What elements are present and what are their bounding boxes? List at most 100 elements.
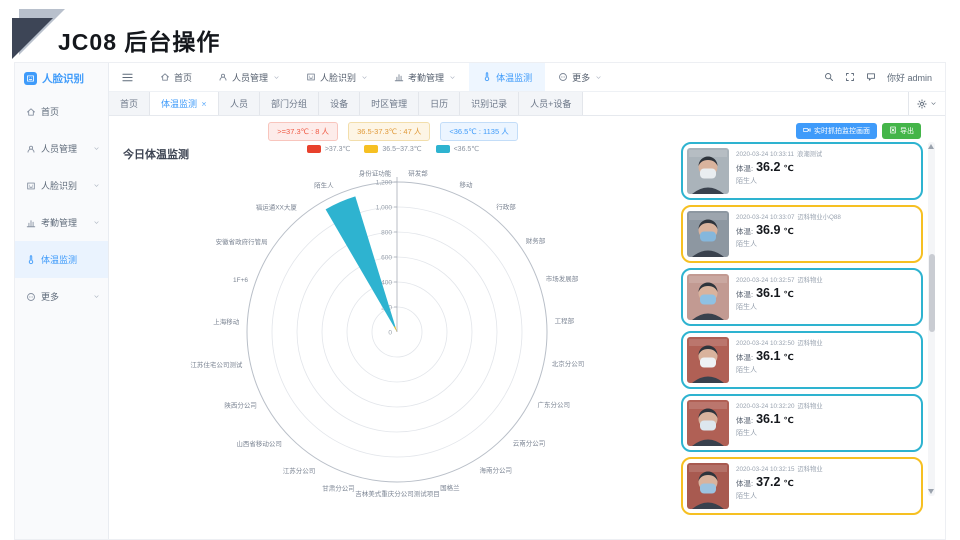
temp-unit: ℃ bbox=[783, 289, 793, 300]
record-device: 迈科物业 bbox=[797, 277, 822, 284]
tab-calendar[interactable]: 日历 bbox=[419, 92, 460, 115]
thermo-icon bbox=[26, 255, 36, 265]
legend-item[interactable]: >37.3℃ bbox=[307, 145, 351, 153]
content: 今日体温监测 >=37.3℃ : 8 人36.5-37.3℃ : 47 人<36… bbox=[109, 116, 945, 539]
svg-text:800: 800 bbox=[381, 229, 392, 236]
scroll-up-arrow[interactable] bbox=[928, 144, 934, 149]
close-icon[interactable] bbox=[201, 101, 207, 107]
user-greeting[interactable]: 你好 admin bbox=[887, 71, 932, 84]
live-monitor-button[interactable]: 实时抓拍监控画面 bbox=[796, 123, 877, 139]
tab-person-device[interactable]: 人员+设备 bbox=[519, 92, 583, 115]
scroll-down-arrow[interactable] bbox=[928, 489, 934, 494]
slide: JC08 后台操作 人脸识别 首页人员管理人脸识别考勤管理体温监测更多 首页人员… bbox=[0, 0, 960, 540]
nav-item-temperature[interactable]: 体温监测 bbox=[469, 63, 545, 91]
record-device: 浪潮测试 bbox=[797, 151, 822, 158]
sidebar-item-home-label: 首页 bbox=[41, 105, 59, 118]
tab-label: 设备 bbox=[330, 97, 348, 110]
gear-icon[interactable] bbox=[917, 99, 927, 109]
tab-timezone[interactable]: 时区管理 bbox=[360, 92, 419, 115]
sidebar-item-face[interactable]: 人脸识别 bbox=[15, 167, 108, 204]
scrollbar[interactable] bbox=[928, 142, 935, 496]
tab-tools[interactable] bbox=[908, 92, 945, 115]
tab-label: 首页 bbox=[120, 97, 138, 110]
record-time: 2020-03-24 10:32:50迈科物业 bbox=[736, 338, 915, 347]
legend-item[interactable]: <36.5℃ bbox=[436, 145, 480, 153]
brand-face-icon bbox=[24, 72, 37, 85]
logo-mark bbox=[6, 5, 60, 59]
record-person: 陌生人 bbox=[736, 365, 915, 375]
legend-item[interactable]: 36.5~37.3℃ bbox=[364, 145, 421, 153]
scrollbar-thumb[interactable] bbox=[929, 254, 935, 332]
sidebar-item-temperature[interactable]: 体温监测 bbox=[15, 241, 108, 278]
sidebar-item-more-label: 更多 bbox=[41, 290, 59, 303]
record-card[interactable]: 2020-03-24 10:32:50迈科物业体温:36.1℃ 陌生人 bbox=[681, 331, 923, 389]
nav-item-home[interactable]: 首页 bbox=[147, 63, 205, 91]
svg-text:上海移动: 上海移动 bbox=[213, 317, 240, 326]
logo-triangle-dark bbox=[12, 18, 53, 59]
temp-value: 36.1 bbox=[756, 412, 780, 426]
legend-label: 36.5~37.3℃ bbox=[382, 145, 421, 153]
excel-icon bbox=[889, 126, 897, 136]
record-info: 2020-03-24 10:33:11浪潮测试体温:36.2℃陌生人 bbox=[736, 146, 915, 196]
chart-icon bbox=[26, 218, 36, 228]
sidebar-item-personnel[interactable]: 人员管理 bbox=[15, 130, 108, 167]
export-button[interactable]: 导出 bbox=[882, 123, 921, 139]
record-card[interactable]: 2020-03-24 10:32:20迈科物业体温:36.1℃陌生人 bbox=[681, 394, 923, 452]
temp-label: 体温: bbox=[736, 226, 753, 237]
temp-value: 36.9 bbox=[756, 223, 780, 237]
record-time: 2020-03-24 10:32:15迈科物业 bbox=[736, 464, 915, 473]
tab-home[interactable]: 首页 bbox=[109, 92, 150, 115]
tab-dept-group[interactable]: 部门分组 bbox=[260, 92, 319, 115]
fullscreen-icon[interactable] bbox=[845, 72, 855, 82]
sidebar-item-more[interactable]: 更多 bbox=[15, 278, 108, 315]
tab-device[interactable]: 设备 bbox=[319, 92, 360, 115]
record-temperature: 体温:36.1℃ bbox=[736, 349, 915, 363]
user-icon bbox=[218, 72, 228, 82]
tab-list: 首页体温监测人员部门分组设备时区管理日历识别记录人员+设备 bbox=[109, 92, 583, 115]
search-icon[interactable] bbox=[824, 72, 834, 82]
record-list: 2020-03-24 10:33:11浪潮测试体温:36.2℃陌生人2020-0… bbox=[681, 142, 923, 515]
record-photo bbox=[687, 274, 729, 320]
record-time: 2020-03-24 10:33:11浪潮测试 bbox=[736, 149, 915, 158]
tab-recognition[interactable]: 识别记录 bbox=[460, 92, 519, 115]
sidebar-item-face-label: 人脸识别 bbox=[41, 179, 77, 192]
chevron-down-icon bbox=[93, 145, 100, 152]
live-monitor-label: 实时抓拍监控画面 bbox=[814, 126, 870, 136]
nav-item-more[interactable]: 更多 bbox=[545, 63, 615, 91]
svg-text:海南分公司: 海南分公司 bbox=[480, 466, 513, 475]
legend-label: >37.3℃ bbox=[325, 145, 351, 153]
sidebar-item-home[interactable]: 首页 bbox=[15, 93, 108, 130]
record-card[interactable]: 2020-03-24 10:33:07迈科物业小Q88体温:36.9℃陌生人 bbox=[681, 205, 923, 263]
record-photo bbox=[687, 148, 729, 194]
temp-unit: ℃ bbox=[783, 226, 793, 237]
nav-item-personnel-label: 人员管理 bbox=[232, 71, 268, 84]
face-icon bbox=[26, 181, 36, 191]
message-icon[interactable] bbox=[866, 72, 876, 82]
record-info: 2020-03-24 10:32:20迈科物业体温:36.1℃陌生人 bbox=[736, 398, 915, 448]
tab-person[interactable]: 人员 bbox=[219, 92, 260, 115]
temp-label: 体温: bbox=[736, 163, 753, 174]
stat-badges: >=37.3℃ : 8 人36.5-37.3℃ : 47 人<36.5℃ : 1… bbox=[109, 122, 677, 141]
record-card[interactable]: 2020-03-24 10:32:57迈科物业体温:36.1℃陌生人 bbox=[681, 268, 923, 326]
svg-text:研发部: 研发部 bbox=[408, 168, 428, 177]
tab-temperature[interactable]: 体温监测 bbox=[150, 92, 219, 115]
svg-text:甘肃分公司: 甘肃分公司 bbox=[322, 483, 355, 492]
menu-icon[interactable] bbox=[122, 72, 133, 83]
record-device: 迈科物业 bbox=[797, 340, 822, 347]
chevron-down-icon bbox=[930, 100, 937, 107]
chart-icon bbox=[394, 72, 404, 82]
tabbar: 首页体温监测人员部门分组设备时区管理日历识别记录人员+设备 bbox=[109, 92, 945, 116]
record-person: 陌生人 bbox=[736, 491, 915, 501]
record-timestamp: 2020-03-24 10:32:57 bbox=[736, 277, 794, 284]
temp-label: 体温: bbox=[736, 352, 753, 363]
sidebar-item-attendance[interactable]: 考勤管理 bbox=[15, 204, 108, 241]
nav-item-face[interactable]: 人脸识别 bbox=[293, 63, 381, 91]
record-card[interactable]: 2020-03-24 10:33:11浪潮测试体温:36.2℃陌生人 bbox=[681, 142, 923, 200]
record-info: 2020-03-24 10:32:15迈科物业体温:37.2℃陌生人 bbox=[736, 461, 915, 511]
tab-label: 识别记录 bbox=[471, 97, 507, 110]
thermo-icon bbox=[482, 72, 492, 82]
nav-item-personnel[interactable]: 人员管理 bbox=[205, 63, 293, 91]
nav-item-attendance[interactable]: 考勤管理 bbox=[381, 63, 469, 91]
svg-text:陕西分公司: 陕西分公司 bbox=[224, 401, 257, 410]
record-card[interactable]: 2020-03-24 10:32:15迈科物业体温:37.2℃陌生人 bbox=[681, 457, 923, 515]
